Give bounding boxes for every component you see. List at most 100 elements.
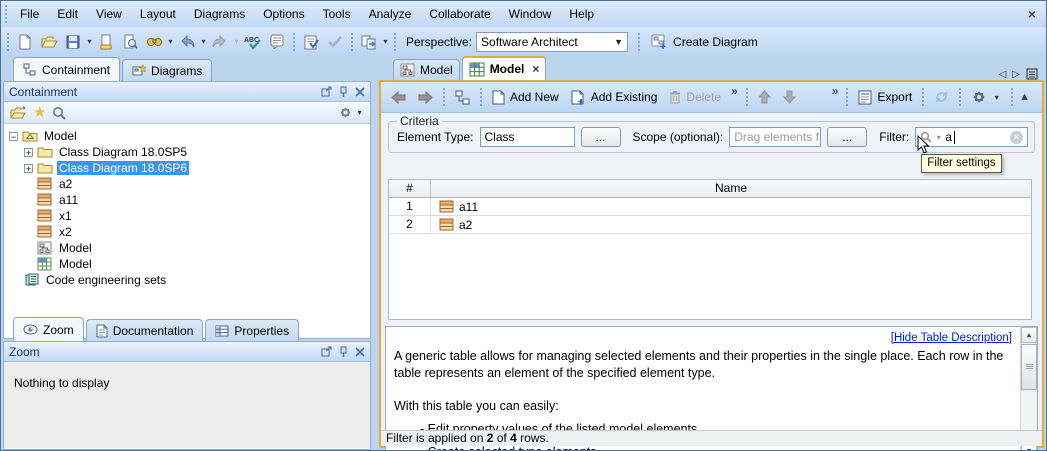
scope-field[interactable]: Drag elements fro [729, 127, 821, 147]
scroll-up-icon[interactable]: ▲ [1021, 327, 1037, 343]
tab-containment[interactable]: Containment [13, 57, 120, 81]
tree-item-code-engineering-sets[interactable]: Code engineering sets [4, 272, 370, 288]
table-settings-button[interactable]: ▾ [965, 85, 1007, 109]
toolbar-grip[interactable] [349, 33, 355, 51]
collapse-toolbar-icon[interactable]: ▲ [1019, 91, 1030, 103]
refresh-button[interactable] [928, 85, 955, 109]
menu-layout[interactable]: Layout [131, 2, 185, 27]
notes-icon[interactable] [265, 31, 289, 53]
tree-item-a2[interactable]: a2 [4, 176, 370, 192]
open-element-icon[interactable] [10, 106, 27, 120]
menu-collaborate[interactable]: Collaborate [420, 2, 499, 27]
pin-icon[interactable] [339, 86, 348, 98]
menu-analyze[interactable]: Analyze [360, 2, 421, 27]
redo-dropdown-icon[interactable]: ▾ [232, 37, 241, 46]
find-icon[interactable] [142, 31, 166, 53]
expander-plus-icon[interactable] [24, 164, 33, 173]
commit-check-icon[interactable] [323, 31, 347, 53]
toolbar-grip[interactable] [441, 88, 447, 106]
print-icon[interactable] [94, 31, 118, 53]
import-export-dropdown-icon[interactable]: ▾ [381, 37, 390, 46]
undo-dropdown-icon[interactable]: ▾ [199, 37, 208, 46]
export-button[interactable]: Export [852, 85, 918, 109]
toolbar-grip[interactable] [744, 88, 750, 106]
new-project-icon[interactable] [13, 31, 37, 53]
close-panel-icon[interactable] [355, 347, 365, 357]
print-preview-icon[interactable] [118, 31, 142, 53]
move-up-button[interactable] [752, 85, 777, 109]
tab-scroll-left-icon[interactable]: ◁ [999, 69, 1007, 80]
float-panel-icon[interactable] [321, 346, 332, 357]
tab-model-table[interactable]: Model × [462, 56, 547, 80]
create-diagram-button[interactable]: Create Diagram [644, 31, 765, 53]
toolbar-grip[interactable] [5, 33, 11, 51]
settings-gear-icon[interactable] [338, 105, 353, 120]
tree-item-x2[interactable]: x2 [4, 224, 370, 240]
save-dropdown-icon[interactable]: ▾ [85, 37, 94, 46]
menu-window[interactable]: Window [500, 2, 561, 27]
tree-item-model-root[interactable]: Model [4, 128, 370, 144]
menu-view[interactable]: View [87, 2, 131, 27]
column-header-name[interactable]: Name [431, 180, 1031, 197]
scope-browse-button[interactable]: ... [827, 127, 867, 147]
filter-options-dropdown-icon[interactable]: ▾ [934, 133, 943, 142]
favorites-star-icon[interactable]: ★ [33, 106, 46, 120]
expander-plus-icon[interactable] [24, 148, 33, 157]
back-button[interactable] [385, 85, 412, 109]
add-new-button[interactable]: Add New [486, 85, 565, 109]
tree-item-x1[interactable]: x1 [4, 208, 370, 224]
window-close-icon[interactable]: × [1028, 6, 1036, 22]
toolbar-overflow-icon[interactable]: » [828, 82, 843, 100]
toolbar-grip[interactable] [636, 33, 642, 51]
forward-button[interactable] [412, 85, 439, 109]
menu-options[interactable]: Options [254, 2, 313, 27]
toolbar-grip[interactable] [392, 33, 398, 51]
import-export-icon[interactable] [357, 31, 381, 53]
toolbar-grip[interactable] [291, 33, 297, 51]
delete-button[interactable]: Delete [663, 85, 727, 109]
tab-diagrams[interactable]: Diagrams [122, 59, 212, 81]
menu-diagrams[interactable]: Diagrams [185, 2, 254, 27]
tab-list-icon[interactable] [1026, 68, 1038, 80]
tab-scroll-right-icon[interactable]: ▷ [1012, 69, 1020, 80]
toolbar-grip[interactable] [478, 88, 484, 106]
tree-item-model-table[interactable]: Model [4, 256, 370, 272]
menu-help[interactable]: Help [560, 2, 603, 27]
tab-properties[interactable]: Properties [205, 319, 299, 341]
menu-file[interactable]: File [11, 2, 48, 27]
element-type-field[interactable]: Class [480, 127, 575, 147]
perspective-select[interactable]: Software Architect ▼ [476, 32, 628, 52]
filter-input[interactable]: ▾ a × [915, 127, 1028, 147]
tab-close-icon[interactable]: × [532, 62, 539, 76]
hide-table-description-link[interactable]: [Hide Table Description] [394, 330, 1012, 347]
spelling-icon[interactable]: ABC [241, 31, 265, 53]
column-header-number[interactable]: # [389, 180, 431, 197]
tree-item-a11[interactable]: a11 [4, 192, 370, 208]
clear-filter-icon[interactable]: × [1010, 131, 1023, 144]
pin-icon[interactable] [339, 346, 348, 358]
float-panel-icon[interactable] [321, 86, 332, 97]
toolbar-overflow-icon[interactable]: » [727, 82, 742, 100]
tree-item-model-diagram[interactable]: Model [4, 240, 370, 256]
redo-icon[interactable] [208, 31, 232, 53]
save-icon[interactable] [61, 31, 85, 53]
toolbar-grip[interactable] [3, 5, 9, 23]
menu-edit[interactable]: Edit [48, 2, 87, 27]
tab-zoom[interactable]: Zoom [13, 317, 84, 341]
table-row[interactable]: 1 a11 [389, 198, 1031, 216]
tree-item-class-diagram-sp5[interactable]: Class Diagram 18.0SP5 [4, 144, 370, 160]
toolbar-grip[interactable] [844, 88, 850, 106]
element-type-browse-button[interactable]: ... [581, 127, 621, 147]
add-existing-button[interactable]: Add Existing [565, 85, 664, 109]
table-row[interactable]: 2 a2 [389, 216, 1031, 234]
tab-documentation[interactable]: Documentation [86, 319, 204, 341]
undo-icon[interactable] [175, 31, 199, 53]
move-down-button[interactable] [777, 85, 802, 109]
toolbar-grip[interactable] [920, 88, 926, 106]
menu-tools[interactable]: Tools [314, 2, 360, 27]
validate-icon[interactable] [299, 31, 323, 53]
settings-dropdown-icon[interactable]: ▾ [355, 108, 364, 117]
scrollbar-thumb[interactable] [1021, 344, 1037, 390]
find-dropdown-icon[interactable]: ▾ [166, 37, 175, 46]
close-panel-icon[interactable] [355, 87, 365, 97]
